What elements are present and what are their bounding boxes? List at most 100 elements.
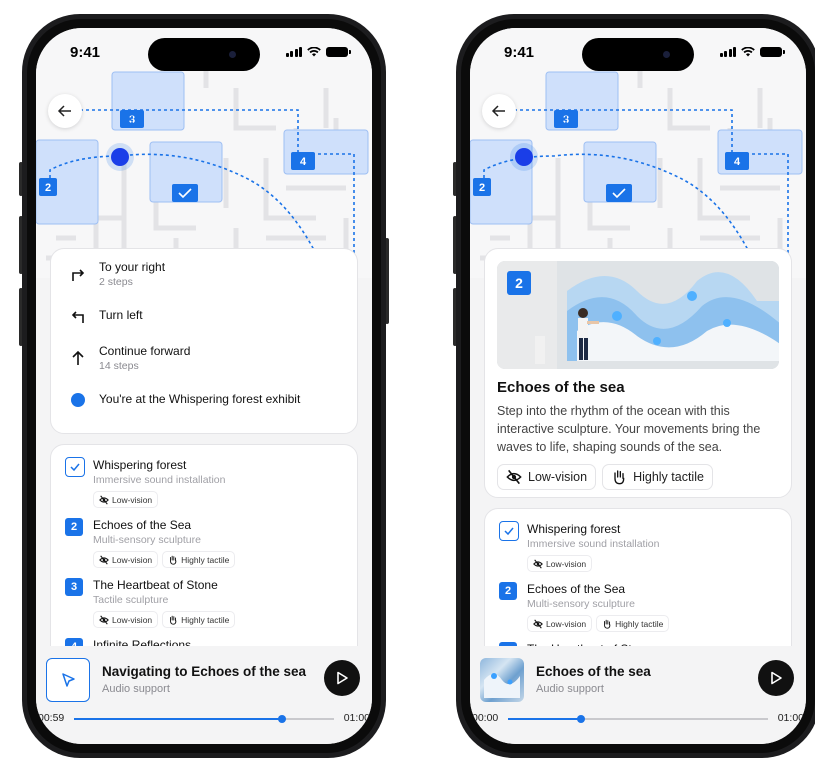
- arrow-left-icon: [57, 105, 71, 117]
- direction-title: To your right: [99, 260, 166, 274]
- turn-left-icon: [67, 305, 89, 327]
- direction-sub: 2 steps: [99, 276, 133, 288]
- progress-knob[interactable]: [576, 715, 585, 723]
- exhibit-subtitle: Immersive sound installation: [93, 474, 226, 486]
- signal-icon: [719, 47, 736, 57]
- eye-off-icon: [99, 554, 109, 565]
- direction-step: You're at the Whispering forest exhibit: [67, 385, 357, 427]
- exhibit-item[interactable]: 2 Echoes of the Sea Multi-sensory sculpt…: [499, 581, 791, 632]
- progress-fill: [508, 718, 581, 720]
- eye-off-icon: [506, 469, 522, 485]
- navigation-arrow-icon: [62, 673, 75, 687]
- exhibit-number-badge: 3: [65, 578, 83, 596]
- player-title: Navigating to Echoes of the sea: [102, 664, 307, 679]
- checkbox-checked-icon: [499, 521, 519, 541]
- current-location-dot: [515, 148, 533, 166]
- hand-icon: [170, 615, 177, 625]
- location-dot-icon: [67, 389, 89, 411]
- play-button[interactable]: [758, 660, 794, 696]
- tag-low-vision: Low-vision: [527, 615, 593, 632]
- exhibit-item[interactable]: Whispering forest Immersive sound instal…: [499, 521, 791, 572]
- exhibit-subtitle: Tactile sculpture: [93, 594, 169, 606]
- direction-title: Continue forward: [99, 344, 191, 358]
- screen: 9:41: [36, 28, 372, 744]
- room-3-block[interactable]: 3: [545, 71, 619, 131]
- progress-knob[interactable]: [278, 715, 286, 723]
- phone-left: 9:41 2 3 4 To your right 2 steps Turn le…: [19, 14, 389, 758]
- tag-highly-tactile: Highly tactile: [162, 551, 236, 568]
- phone-bezel: 9:41: [27, 19, 381, 753]
- screen: 9:41: [470, 28, 806, 744]
- tag-low-vision: Low-vision: [527, 555, 593, 572]
- current-location-dot: [111, 148, 129, 166]
- phone-bezel: 9:41: [461, 19, 815, 753]
- progress-slider[interactable]: [74, 715, 334, 723]
- directions-card: To your right 2 steps Turn left Continue …: [50, 248, 358, 434]
- exhibit-number-badge: 2: [65, 518, 83, 536]
- exhibit-subtitle: Multi-sensory sculpture: [527, 598, 635, 610]
- tag-highly-tactile: Highly tactile: [596, 615, 670, 632]
- room-label: 4: [300, 156, 307, 168]
- phone-right: 9:41 2 3 4 2 Echoes of the sea Step into…: [453, 14, 815, 758]
- back-button[interactable]: [48, 94, 82, 128]
- exhibit-item[interactable]: 3 The Heartbeat of Stone Tactile sculptu…: [65, 577, 357, 628]
- battery-icon: [326, 47, 351, 57]
- eye-off-icon: [99, 494, 109, 505]
- battery-icon: [760, 47, 785, 57]
- room-label: 2: [479, 182, 485, 194]
- exhibit-thumbnail[interactable]: [480, 658, 524, 702]
- progress-fill: [74, 718, 282, 720]
- room-visited-block[interactable]: [149, 141, 223, 203]
- exhibit-subtitle: Immersive sound installation: [527, 538, 660, 550]
- time-total: 01:00: [343, 712, 370, 724]
- player-subtitle: Audio support: [536, 683, 604, 695]
- hand-icon: [170, 555, 177, 565]
- tag-low-vision: Low-vision: [93, 491, 159, 508]
- tag-low-vision: Low-vision: [93, 551, 159, 568]
- back-button[interactable]: [482, 94, 516, 128]
- wifi-icon: [307, 47, 321, 57]
- progress-slider[interactable]: [508, 715, 768, 723]
- eye-off-icon: [533, 558, 543, 569]
- exhibit-description: Step into the rhythm of the ocean with t…: [497, 404, 761, 454]
- time-elapsed: 00:00: [472, 712, 499, 724]
- phone-frame: 9:41: [22, 14, 386, 758]
- exhibit-number-badge: 2: [499, 582, 517, 600]
- arrow-left-icon: [491, 105, 505, 117]
- eye-off-icon: [99, 614, 109, 625]
- status-bar: 9:41: [470, 28, 806, 76]
- phone-frame: 9:41: [456, 14, 815, 758]
- exhibit-item[interactable]: 2 Echoes of the Sea Multi-sensory sculpt…: [65, 517, 357, 568]
- exhibit-item[interactable]: Whispering forest Immersive sound instal…: [65, 457, 357, 508]
- exhibit-subtitle: Multi-sensory sculpture: [93, 534, 201, 546]
- direction-step: To your right 2 steps: [67, 259, 357, 301]
- status-time: 9:41: [70, 44, 101, 61]
- hand-icon: [604, 619, 611, 629]
- navigation-thumb[interactable]: [46, 658, 90, 702]
- direction-sub: 14 steps: [99, 360, 139, 372]
- arrow-up-icon: [67, 347, 89, 369]
- dynamic-island: [582, 38, 694, 71]
- hand-icon: [614, 470, 625, 485]
- room-visited-block[interactable]: [583, 141, 657, 203]
- turn-right-icon: [67, 263, 89, 285]
- time-elapsed: 00:59: [38, 712, 65, 724]
- exhibit-title: Whispering forest: [527, 522, 621, 536]
- direction-step: Continue forward 14 steps: [67, 343, 357, 385]
- status-bar: 9:41: [36, 28, 372, 76]
- room-3-block[interactable]: 3: [111, 71, 185, 131]
- status-time: 9:41: [504, 44, 535, 61]
- room-4-block[interactable]: 4: [717, 129, 803, 175]
- signal-icon: [285, 47, 302, 57]
- exhibit-detail-card: 2 Echoes of the sea Step into the rhythm…: [484, 248, 792, 498]
- tag-highly-tactile: Highly tactile: [162, 611, 236, 628]
- audio-player: Navigating to Echoes of the sea Audio su…: [36, 646, 372, 744]
- exhibit-list: Whispering forest Immersive sound instal…: [50, 444, 358, 674]
- room-2-block[interactable]: 2: [36, 139, 99, 225]
- checkbox-checked-icon: [65, 457, 85, 477]
- exhibit-title: Whispering forest: [93, 458, 187, 472]
- time-total: 01:00: [777, 712, 804, 724]
- play-button[interactable]: [324, 660, 360, 696]
- exhibit-title: Echoes of the Sea: [527, 582, 626, 596]
- room-4-block[interactable]: 4: [283, 129, 369, 175]
